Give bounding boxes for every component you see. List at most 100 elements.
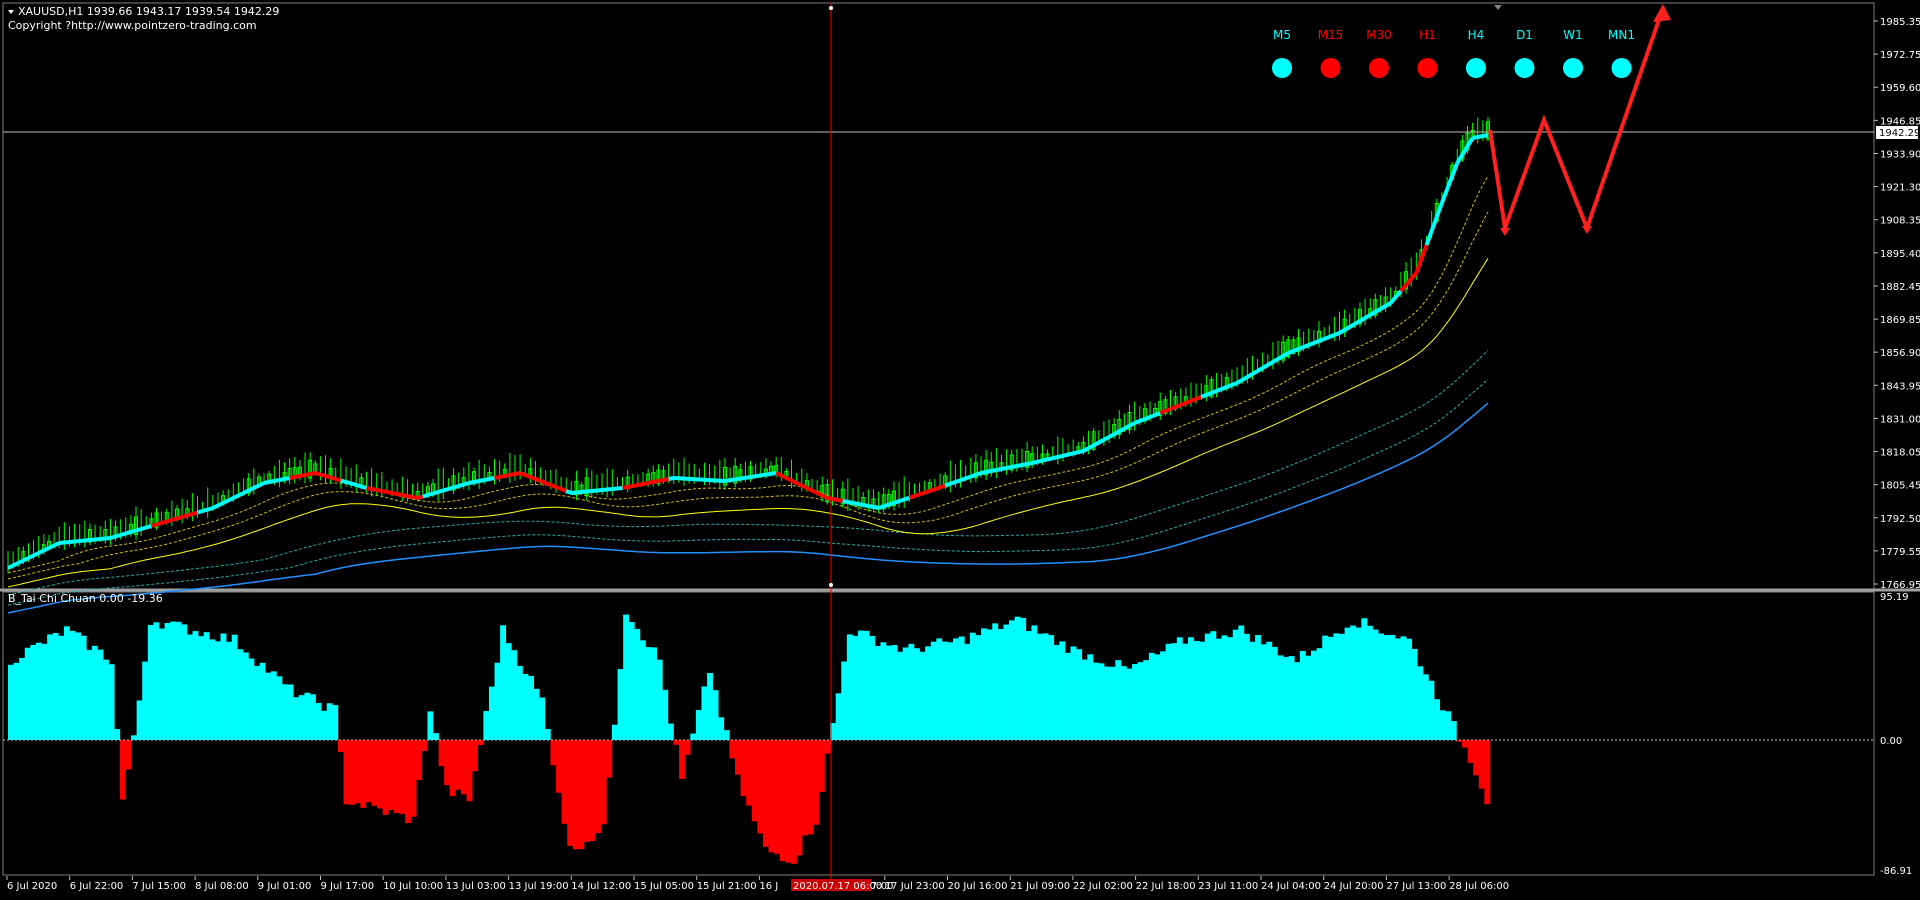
histogram-bar-negative (600, 740, 607, 825)
trend-segment (1302, 343, 1310, 349)
chart-shift-marker-icon[interactable] (1494, 5, 1502, 10)
histogram-bar-positive (209, 639, 216, 740)
trend-segment (893, 499, 900, 505)
trend-segment (1358, 316, 1367, 323)
trend-segment (637, 482, 644, 487)
trend-segment (514, 471, 521, 476)
trend-segment (330, 475, 337, 481)
trend-segment (750, 474, 756, 479)
histogram-bar-positive (142, 661, 149, 740)
trend-segment (242, 488, 250, 495)
histogram-bar-positive (1003, 624, 1010, 740)
timeframe-label-h1: H1 (1419, 28, 1436, 42)
trend-segment (873, 505, 879, 510)
histogram-bar-positive (869, 636, 876, 740)
trend-segment (652, 479, 659, 484)
trend-segment (1379, 304, 1387, 311)
trend-segment (1205, 391, 1213, 397)
histogram-bar-positive (533, 688, 540, 740)
trend-segment (324, 474, 332, 480)
histogram-bar-positive (1070, 646, 1077, 740)
histogram-bar-positive (841, 661, 848, 740)
trend-segment (847, 500, 854, 505)
trend-segment (612, 486, 618, 491)
histogram-bar-positive (97, 649, 104, 740)
trend-segment (478, 478, 485, 483)
histogram-bar-negative (818, 740, 825, 792)
trend-segment (314, 471, 321, 477)
trend-segment (1031, 459, 1038, 465)
trend-segment (837, 498, 844, 503)
trend-segment (883, 502, 890, 509)
trend-segment (366, 486, 372, 491)
tai-chi-histogram (8, 614, 1491, 864)
trend-segment (463, 481, 470, 487)
trend-segment (284, 476, 291, 481)
trend-segment (975, 471, 982, 477)
price-label: 1805.45 (1880, 481, 1920, 492)
ma-slow-line (7, 402, 1489, 614)
histogram-bar-positive (1238, 625, 1245, 740)
trend-segment (207, 506, 214, 512)
trend-segment (601, 487, 608, 492)
trend-segment (1323, 335, 1330, 341)
crosshair-bottom-handle[interactable] (829, 583, 833, 587)
histogram-bar-negative (589, 740, 596, 841)
histogram-bar-negative (388, 740, 395, 811)
trend-segment (1353, 319, 1361, 326)
histogram-bar-positive (1350, 625, 1357, 740)
timeframe-label-m30: M30 (1366, 28, 1392, 42)
trend-segment (279, 477, 285, 482)
histogram-bar-positive (1378, 633, 1385, 740)
time-label: 9 Jul 17:00 (321, 881, 375, 892)
trend-segment (1409, 271, 1418, 281)
histogram-bar-negative (567, 740, 574, 846)
trend-segment (913, 492, 921, 498)
trend-segment (1026, 461, 1033, 466)
histogram-bar-negative (371, 740, 378, 806)
timeframe-label-mn1: MN1 (1608, 28, 1635, 42)
trend-segment (391, 491, 398, 496)
histogram-bar-positive (8, 664, 14, 740)
trend-segment (1174, 403, 1182, 409)
histogram-bar-positive (886, 645, 892, 740)
histogram-bar-positive (1188, 637, 1194, 740)
histogram-bar-positive (1064, 652, 1071, 740)
indicator-scale: 95.19 0.00 -86.91 (1880, 592, 1912, 877)
histogram-bar-positive (1355, 627, 1362, 740)
trend-segment (494, 475, 501, 480)
trend-segment (109, 534, 117, 540)
histogram-bar-positive (863, 630, 870, 740)
time-label: 13 Jul 19:00 (509, 881, 569, 892)
trend-segment (396, 492, 403, 497)
trend-segment (468, 480, 475, 485)
trend-segment (1348, 322, 1356, 329)
trend-segment (724, 478, 731, 483)
trend-segment (1016, 463, 1023, 468)
histogram-bar-positive (667, 723, 674, 740)
trend-segment (289, 475, 296, 480)
trend-segment (1128, 421, 1136, 428)
time-label: 13 Jul 03:00 (446, 881, 506, 892)
trend-segment (268, 479, 275, 484)
trend-segment (120, 531, 127, 537)
timeframe-panel: M5 M15 M30 H1 H4 D1 W1 MN1 (1272, 28, 1635, 78)
histogram-bar-positive (181, 624, 188, 740)
trend-segment (668, 476, 675, 481)
histogram-bar-positive (707, 673, 713, 740)
trend-segment (1082, 446, 1090, 453)
trend-segment (345, 480, 352, 486)
trend-segment (1369, 310, 1377, 317)
histogram-bar-positive (1098, 663, 1105, 740)
time-axis: 6 Jul 2020 6 Jul 22:00 7 Jul 15:00 8 Jul 08… (6, 876, 1509, 892)
chart-menu-icon[interactable] (8, 10, 14, 14)
histogram-bar-negative (455, 740, 462, 790)
chart-window[interactable]: 1985.35 1972.75 1959.60 1946.85 1933.90 1921.… (0, 0, 1920, 900)
forecast-arrowhead-icon (1653, 4, 1671, 22)
trend-segment (980, 470, 987, 475)
histogram-bar-positive (1434, 699, 1440, 740)
histogram-bar-positive (947, 642, 954, 740)
histogram-bar-positive (63, 626, 70, 740)
crosshair-top-handle[interactable] (829, 6, 833, 10)
trend-segment (1364, 313, 1372, 320)
